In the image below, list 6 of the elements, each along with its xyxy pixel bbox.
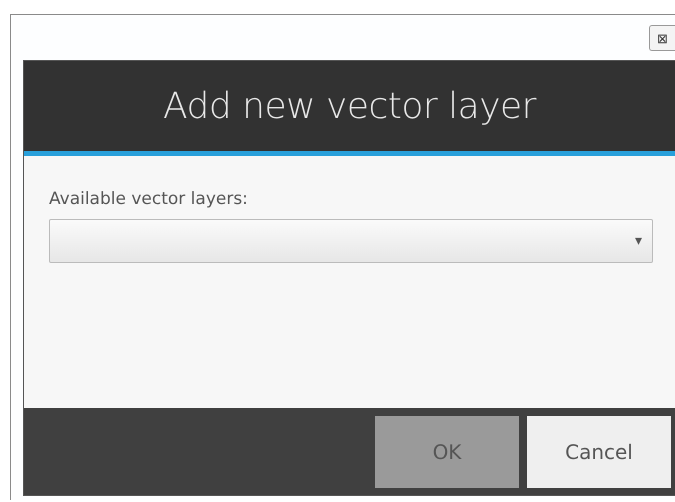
field-label: Available vector layers: xyxy=(49,189,249,209)
cancel-button[interactable]: Cancel xyxy=(527,416,671,488)
caret-icon: ▾ xyxy=(634,233,642,249)
dialog-title: Add new vector layer xyxy=(163,86,536,126)
layer-dropdown[interactable]: ▾ xyxy=(49,219,653,263)
close-button[interactable]: ⊠ xyxy=(649,25,675,51)
